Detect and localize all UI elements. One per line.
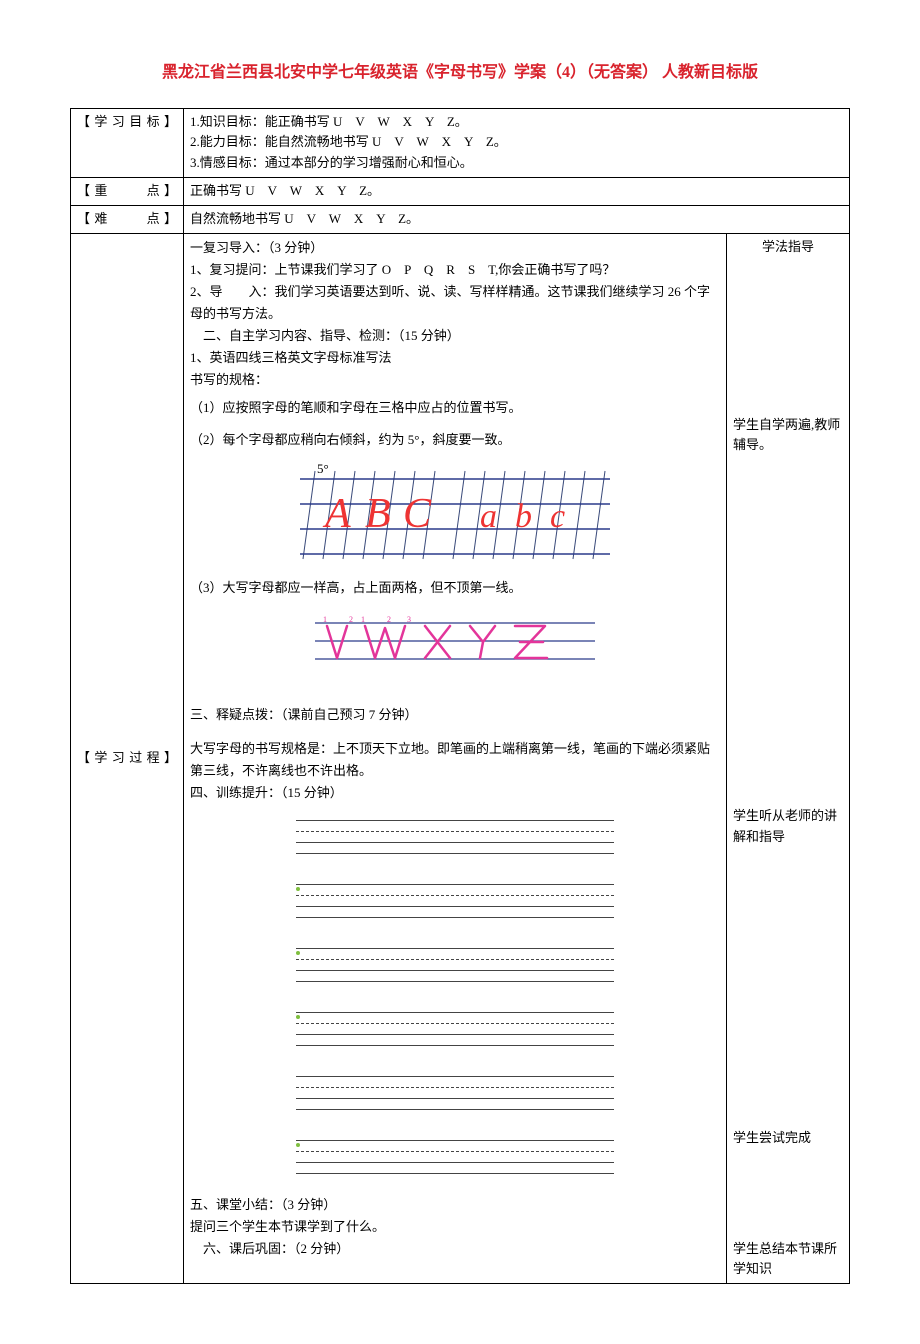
- guidance-1: 学生自学两遍,教师辅导。: [733, 415, 843, 457]
- section-2-line-1: 1、英语四线三格英文字母标准写法: [190, 347, 720, 369]
- section-5-title: 五、课堂小结：（3 分钟）: [190, 1194, 720, 1216]
- goal-2: 2.能力目标：能自然流畅地书写 U V W X Y Z。: [190, 132, 843, 153]
- cell-learning-process-content: 一复习导入：（3 分钟） 1、复习提问：上节课我们学习了 O P Q R S T…: [184, 233, 727, 1284]
- goal-1: 1.知识目标：能正确书写 U V W X Y Z。: [190, 112, 843, 133]
- label-difficult-point: 【难 点】: [71, 205, 184, 233]
- letter-c-low: c: [550, 498, 565, 535]
- section-3-body: 大写字母的书写规格是：上不顶天下立地。即笔画的上端稍离第一线，笔画的下端必须紧贴…: [190, 738, 720, 782]
- section-1-line-2-lead: 2、导 入：: [190, 284, 275, 299]
- letter-a-cap: A: [322, 491, 351, 537]
- five-degree-label: 5°: [317, 461, 329, 476]
- practice-lines-area: [296, 810, 614, 1174]
- svg-text:2: 2: [349, 615, 353, 624]
- letter-c-cap: C: [403, 491, 432, 537]
- handwriting-vwxyz-diagram: 12 123: [305, 608, 605, 678]
- rule-1: （1）应按照字母的笔顺和字母在三格中应占的位置书写。: [190, 397, 720, 419]
- rule-3: （3）大写字母都应一样高，占上面两格，但不顶第一线。: [190, 577, 720, 599]
- cell-learning-goals: 1.知识目标：能正确书写 U V W X Y Z。 2.能力目标：能自然流畅地书…: [184, 108, 850, 177]
- section-1-line-2: 2、导 入：我们学习英语要达到听、说、读、写样样精通。这节课我们继续学习 26 …: [190, 281, 720, 325]
- cell-difficult-point: 自然流畅地书写 U V W X Y Z。: [184, 205, 850, 233]
- section-2-line-2: 书写的规格：: [190, 369, 720, 391]
- letter-a-low: a: [480, 498, 497, 535]
- section-1-line-1: 1、复习提问：上节课我们学习了 O P Q R S T,你会正确书写了吗？: [190, 259, 720, 281]
- lesson-plan-table: 【学习目标】 1.知识目标：能正确书写 U V W X Y Z。 2.能力目标：…: [70, 108, 850, 1285]
- practice-block-3: [296, 938, 614, 982]
- handwriting-grid-abc-diagram: 5° A B C a b c: [295, 459, 615, 569]
- label-learning-goals: 【学习目标】: [71, 108, 184, 177]
- section-6-title: 六、课后巩固：（2 分钟）: [190, 1238, 720, 1260]
- section-2-title: 二、自主学习内容、指导、检测：（15 分钟）: [190, 325, 720, 347]
- label-key-point: 【重 点】: [71, 177, 184, 205]
- svg-text:2: 2: [387, 615, 391, 624]
- rule-2: （2）每个字母都应稍向右倾斜，约为 5°，斜度要一致。: [190, 429, 720, 451]
- guidance-header: 学法指导: [727, 233, 850, 262]
- letter-b-low: b: [515, 498, 532, 535]
- cell-key-point: 正确书写 U V W X Y Z。: [184, 177, 850, 205]
- svg-text:1: 1: [323, 615, 327, 624]
- page-title: 黑龙江省兰西县北安中学七年级英语《字母书写》学案（4）（无答案） 人教新目标版: [70, 60, 850, 86]
- practice-block-2: [296, 874, 614, 918]
- section-3-title: 三、释疑点拨：（课前自己预习 7 分钟）: [190, 704, 720, 726]
- practice-block-5: [296, 1066, 614, 1110]
- goal-3: 3.情感目标：通过本部分的学习增强耐心和恒心。: [190, 153, 843, 174]
- svg-text:3: 3: [407, 615, 411, 624]
- section-1-title: 一复习导入：（3 分钟）: [190, 237, 720, 259]
- practice-block-6: [296, 1130, 614, 1174]
- letter-b-cap: B: [365, 491, 391, 537]
- guidance-4: 学生总结本节课所学知识: [733, 1239, 843, 1281]
- section-4-title: 四、训练提升：（15 分钟）: [190, 782, 720, 804]
- guidance-3: 学生尝试完成: [733, 1128, 843, 1149]
- guidance-column: 学生自学两遍,教师辅导。 学生听从老师的讲解和指导 学生尝试完成 学生总结本节课…: [727, 262, 850, 1284]
- practice-block-4: [296, 1002, 614, 1046]
- section-5-body: 提问三个学生本节课学到了什么。: [190, 1216, 720, 1238]
- label-learning-process: 【学习过程】: [71, 233, 184, 1284]
- practice-block-1: [296, 810, 614, 854]
- guidance-2: 学生听从老师的讲解和指导: [733, 806, 843, 848]
- svg-text:1: 1: [361, 615, 365, 624]
